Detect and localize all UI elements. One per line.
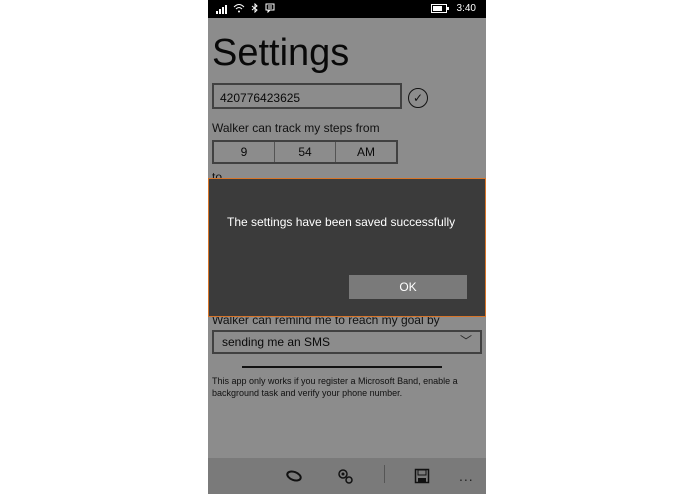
signal-icon xyxy=(216,5,227,14)
clock-text: 3:40 xyxy=(456,3,476,14)
band-icon[interactable] xyxy=(284,466,304,486)
wifi-icon xyxy=(233,3,245,16)
battery-icon xyxy=(430,4,449,13)
app-bar-separator xyxy=(384,465,385,483)
app-bar: ... xyxy=(208,458,486,494)
message-icon xyxy=(265,3,275,16)
status-bar: 3:40 xyxy=(208,0,486,18)
save-icon[interactable] xyxy=(412,466,432,486)
bluetooth-icon xyxy=(251,2,259,16)
saved-dialog: The settings have been saved successfull… xyxy=(208,178,486,317)
dialog-message: The settings have been saved successfull… xyxy=(227,215,456,229)
phone-screen: 3:40 Settings 420776423625 ✓ Walker can … xyxy=(208,0,486,494)
more-button[interactable]: ... xyxy=(459,468,474,484)
settings-icon[interactable] xyxy=(335,466,355,486)
ok-button[interactable]: OK xyxy=(349,275,467,299)
